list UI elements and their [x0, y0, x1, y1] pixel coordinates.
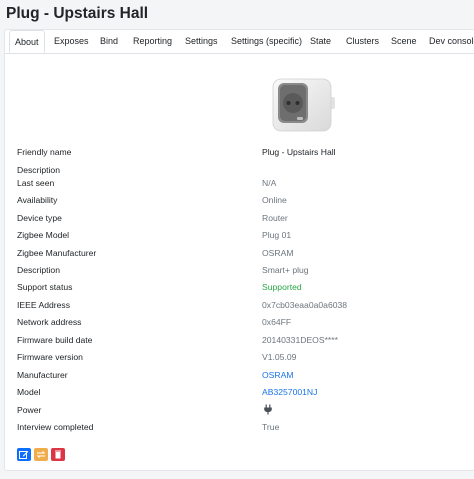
row-label-model-description: Description: [17, 265, 60, 275]
plug-icon: [264, 404, 272, 415]
reconfigure-icon: [36, 451, 46, 458]
tab-settings[interactable]: Settings: [185, 30, 218, 53]
row-value-ieee-address: 0x7cb03eaa0a0a6038: [262, 300, 348, 310]
row-label-firmware-build-date: Firmware build date: [17, 335, 93, 345]
row-label-model: Model: [17, 387, 41, 397]
row-label-network-address: Network address: [17, 317, 82, 327]
tab-settings-specific[interactable]: Settings (specific): [231, 30, 302, 53]
tab-reporting[interactable]: Reporting: [133, 30, 172, 53]
row-value-model-description: Smart+ plug: [262, 265, 309, 275]
model-link[interactable]: AB3257001NJ: [262, 387, 317, 397]
reconfigure-button[interactable]: [34, 448, 48, 461]
row-value-network-address: 0x64FF: [262, 317, 292, 327]
page-title: Plug - Upstairs Hall: [6, 5, 149, 22]
row-value-device-type: Router: [262, 213, 288, 223]
row-value-zigbee-model: Plug 01: [262, 230, 292, 240]
tab-scene[interactable]: Scene: [391, 30, 417, 53]
row-label-device-type: Device type: [17, 213, 62, 223]
tab-dev-console[interactable]: Dev console: [429, 30, 474, 53]
row-value-interview-completed: True: [262, 422, 280, 432]
row-value-firmware-build-date: 20140331DEOS****: [262, 335, 338, 345]
row-label-description: Description: [17, 165, 60, 175]
trash-icon: [55, 450, 61, 459]
row-label-last-seen: Last seen: [17, 178, 55, 188]
row-value-friendly-name: Plug - Upstairs Hall: [262, 147, 336, 157]
row-label-friendly-name: Friendly name: [17, 147, 72, 157]
row-label-zigbee-manufacturer: Zigbee Manufacturer: [17, 248, 97, 258]
edit-button[interactable]: [17, 448, 31, 461]
tab-bind[interactable]: Bind: [100, 30, 118, 53]
tab-exposes[interactable]: Exposes: [54, 30, 89, 53]
row-value-last-seen: N/A: [262, 178, 277, 188]
row-value-availability: Online: [262, 195, 287, 205]
tab-bar: About Exposes Bind Reporting Settings Se…: [5, 30, 474, 54]
row-label-manufacturer: Manufacturer: [17, 370, 68, 380]
row-label-interview-completed: Interview completed: [17, 422, 94, 432]
tab-clusters[interactable]: Clusters: [346, 30, 379, 53]
row-label-firmware-version: Firmware version: [17, 352, 83, 362]
row-label-availability: Availability: [17, 195, 58, 205]
remove-button[interactable]: [51, 448, 65, 461]
tab-about[interactable]: About: [9, 30, 45, 53]
manufacturer-link[interactable]: OSRAM: [262, 370, 294, 380]
edit-icon: [19, 451, 29, 459]
row-label-power: Power: [17, 405, 42, 415]
device-card: About Exposes Bind Reporting Settings Se…: [4, 29, 474, 471]
row-value-firmware-version: V1.05.09: [262, 352, 297, 362]
row-label-ieee-address: IEEE Address: [17, 300, 71, 310]
row-value-zigbee-manufacturer: OSRAM: [262, 248, 294, 258]
row-value-support-status[interactable]: Supported: [262, 282, 302, 292]
tab-state[interactable]: State: [310, 30, 331, 53]
row-label-support-status: Support status: [17, 282, 73, 292]
row-label-zigbee-model: Zigbee Model: [17, 230, 70, 240]
